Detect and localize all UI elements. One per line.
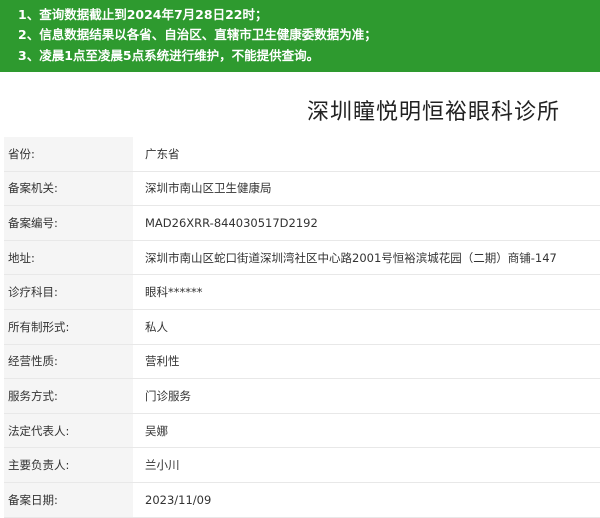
table-row: 诊疗科目: 眼科******	[4, 275, 600, 310]
table-row: 经营性质: 营利性	[4, 344, 600, 380]
notice-line-3: 3、凌晨1点至凌晨5点系统进行维护，不能提供查询。	[18, 48, 320, 63]
row-label: 主要负责人:	[4, 448, 133, 482]
row-value: 门诊服务	[145, 388, 191, 403]
row-value: 深圳市南山区卫生健康局	[145, 181, 272, 196]
notice-line-1: 1、查询数据截止到2024年7月28日22时；	[18, 7, 268, 22]
row-label: 备案编号:	[4, 206, 133, 240]
row-value: 营利性	[145, 354, 180, 369]
row-value: 兰小川	[145, 458, 180, 473]
notice-line-2: 2、信息数据结果以各省、自治区、直辖市卫生健康委数据为准；	[18, 27, 377, 42]
notice-banner: 1、查询数据截止到2024年7月28日22时； 2、信息数据结果以各省、自治区、…	[0, 0, 600, 72]
table-row: 省份: 广东省	[4, 137, 600, 172]
row-label: 备案日期:	[4, 482, 133, 517]
table-row: 主要负责人: 兰小川	[4, 448, 600, 483]
table-row: 所有制形式: 私人	[4, 309, 600, 345]
table-row: 法定代表人: 吴娜	[4, 413, 600, 449]
row-label: 地址:	[4, 240, 133, 275]
row-label: 备案机关:	[4, 171, 133, 206]
row-value: 广东省	[145, 146, 180, 161]
table-row: 备案编号: MAD26XRR-844030517D2192	[4, 206, 600, 241]
row-value: 2023/11/09	[145, 492, 212, 507]
info-table: 省份: 广东省 备案机关: 深圳市南山区卫生健康局 备案编号: MAD26XRR…	[4, 137, 600, 518]
row-label: 经营性质:	[4, 344, 133, 379]
table-row: 地址: 深圳市南山区蛇口街道深圳湾社区中心路2001号恒裕滨城花园（二期）商铺-…	[4, 240, 600, 276]
table-row: 备案机关: 深圳市南山区卫生健康局	[4, 171, 600, 207]
row-value: MAD26XRR-844030517D2192	[145, 215, 318, 230]
row-value: 眼科******	[145, 285, 203, 300]
row-label: 诊疗科目:	[4, 275, 133, 309]
row-value: 私人	[145, 319, 168, 334]
page-title: 深圳瞳悦明恒裕眼科诊所	[306, 100, 560, 125]
table-row: 备案日期: 2023/11/09	[4, 482, 600, 518]
row-label: 法定代表人:	[4, 413, 133, 448]
row-value: 吴娜	[145, 423, 168, 438]
table-row: 服务方式: 门诊服务	[4, 379, 600, 414]
row-label: 省份:	[4, 137, 133, 171]
row-value: 深圳市南山区蛇口街道深圳湾社区中心路2001号恒裕滨城花园（二期）商铺-147	[145, 250, 557, 265]
row-label: 所有制形式:	[4, 309, 133, 344]
row-label: 服务方式:	[4, 379, 133, 413]
